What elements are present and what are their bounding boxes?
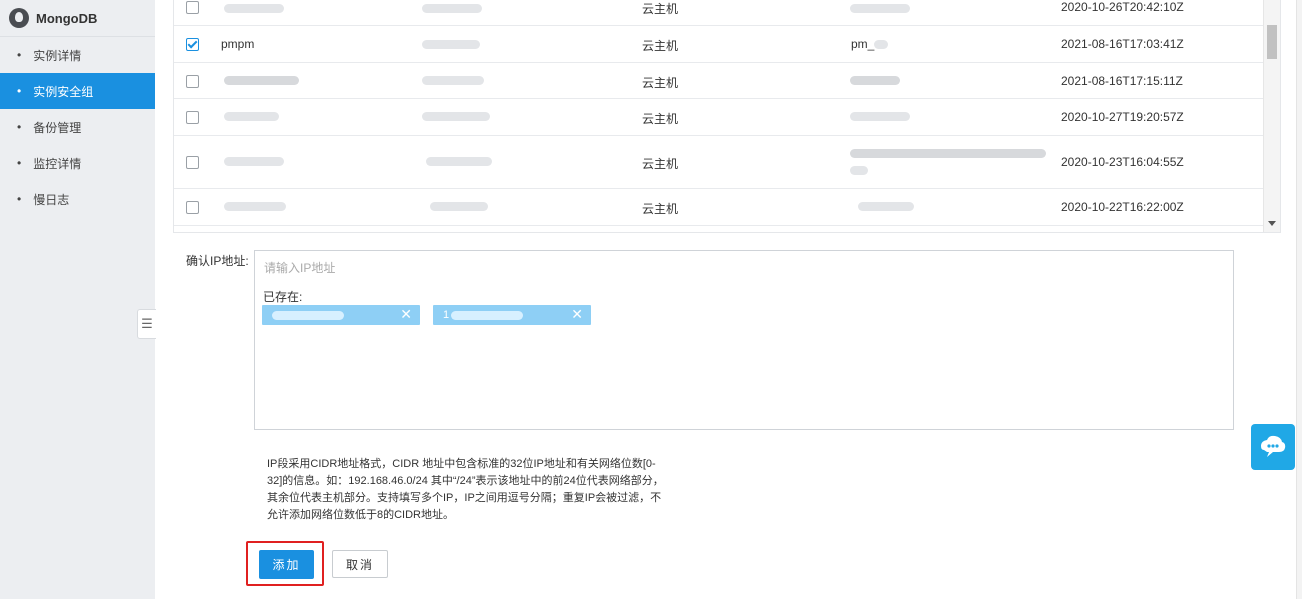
row-checkbox[interactable] — [186, 38, 199, 51]
host-type: 云主机 — [642, 202, 679, 216]
existing-ips-label: 已存在: — [263, 290, 303, 304]
host-type: 云主机 — [642, 39, 679, 53]
row-checkbox[interactable] — [186, 111, 199, 124]
created-time: 2020-10-22T16:22:00Z — [1061, 200, 1184, 214]
ip-address-input[interactable]: 请输入IP地址 已存在: ✕ 1 ✕ — [254, 250, 1234, 430]
ip-address-label: 确认IP地址: — [186, 254, 249, 268]
redacted-id — [422, 4, 482, 13]
row-checkbox[interactable] — [186, 75, 199, 88]
host-type: 云主机 — [642, 76, 679, 90]
redacted-name — [224, 112, 279, 121]
created-time: 2021-08-16T17:03:41Z — [1061, 37, 1184, 51]
bullet-icon: • — [17, 48, 22, 62]
redacted-id — [426, 157, 492, 166]
close-icon[interactable]: ✕ — [400, 306, 412, 323]
redacted-ip — [850, 4, 910, 13]
sidebar-item-security-group[interactable]: • 实例安全组 — [0, 73, 155, 109]
redacted-ip — [858, 202, 914, 211]
host-type: 云主机 — [642, 112, 679, 126]
private-ip: pm_ — [851, 37, 875, 51]
table-row: 云主机 2021-08-16T17:15:11Z — [174, 63, 1264, 99]
row-checkbox[interactable] — [186, 201, 199, 214]
scrollbar-thumb[interactable] — [1267, 25, 1277, 59]
sidebar-nav: • 实例详情 • 实例安全组 • 备份管理 • 监控详情 • 慢日志 — [0, 37, 155, 217]
collapse-menu-icon[interactable]: ☰ — [137, 309, 156, 339]
table-row: 云主机 2020-10-22T16:22:00Z — [174, 189, 1264, 226]
sidebar-item-instance-details[interactable]: • 实例详情 — [0, 37, 155, 73]
redacted-id — [430, 202, 488, 211]
sidebar-item-label: 监控详情 — [33, 156, 82, 171]
sidebar-item-label: 实例详情 — [33, 48, 82, 63]
brand-title: MongoDB — [36, 10, 98, 26]
created-time: 2020-10-27T19:20:57Z — [1061, 110, 1184, 124]
table-row: pmpm 云主机 pm_ 2021-08-16T17:03:41Z — [174, 26, 1264, 63]
sidebar-item-label: 慢日志 — [33, 192, 70, 207]
created-time: 2020-10-26T20:42:10Z — [1061, 0, 1184, 14]
created-time: 2020-10-23T16:04:55Z — [1061, 155, 1184, 169]
sidebar-item-monitoring[interactable]: • 监控详情 — [0, 145, 155, 181]
scroll-down-arrow-icon[interactable] — [1268, 221, 1276, 226]
redacted-name — [224, 157, 284, 166]
ip-input-placeholder: 请输入IP地址 — [264, 261, 336, 275]
ip-tag: ✕ — [262, 305, 420, 325]
host-type: 云主机 — [642, 157, 679, 171]
redacted-name — [224, 76, 299, 85]
redacted-name — [224, 202, 286, 211]
redacted-ip — [451, 311, 523, 320]
redacted-ip — [272, 311, 344, 320]
cidr-hint-text: IP段采用CIDR地址格式，CIDR 地址中包含标准的32位IP地址和有关网络位… — [267, 458, 664, 521]
chat-bubble-icon[interactable] — [1251, 424, 1295, 470]
bullet-icon: • — [17, 120, 22, 134]
sidebar-item-slow-log[interactable]: • 慢日志 — [0, 181, 155, 217]
main-content: ☰ 云主机 2020-10-26T20:42:10Z pmpm 云主机 pm_ … — [137, 0, 1302, 599]
close-icon[interactable]: ✕ — [571, 306, 583, 323]
sidebar: MongoDB • 实例详情 • 实例安全组 • 备份管理 • 监控详情 • 慢日志 — [0, 0, 155, 599]
ip-tag: 1 ✕ — [433, 305, 591, 325]
table-scrollbar[interactable] — [1263, 0, 1280, 232]
page-scrollbar[interactable] — [1296, 0, 1302, 599]
redacted-id — [422, 76, 484, 85]
redacted-name — [224, 4, 284, 13]
row-checkbox[interactable] — [186, 156, 199, 169]
redacted-ip — [850, 76, 900, 85]
bullet-icon: • — [17, 84, 22, 98]
brand-header: MongoDB — [0, 0, 155, 37]
ip-tag-text: 1 — [443, 309, 450, 321]
redacted-ip — [850, 112, 910, 121]
add-button[interactable]: 添加 — [259, 550, 314, 579]
sidebar-item-label: 实例安全组 — [33, 84, 94, 99]
instance-table: 云主机 2020-10-26T20:42:10Z pmpm 云主机 pm_ 20… — [173, 0, 1281, 233]
redacted-ip — [850, 166, 868, 175]
table-row: 云主机 2020-10-27T19:20:57Z — [174, 99, 1264, 136]
bullet-icon: • — [17, 156, 22, 170]
table-row: 云主机 2020-10-23T16:04:55Z — [174, 136, 1264, 189]
created-time: 2021-08-16T17:15:11Z — [1061, 74, 1183, 88]
host-type: 云主机 — [642, 2, 679, 16]
redacted-ip — [874, 40, 888, 49]
redacted-id — [422, 112, 490, 121]
redacted-id — [422, 40, 480, 49]
mongodb-logo-icon — [9, 8, 29, 28]
redacted-ip — [850, 149, 1046, 158]
instance-name: pmpm — [221, 37, 255, 51]
row-checkbox[interactable] — [186, 1, 199, 14]
sidebar-item-label: 备份管理 — [33, 120, 82, 135]
bullet-icon: • — [17, 192, 22, 206]
cancel-button[interactable]: 取消 — [332, 550, 388, 578]
sidebar-item-backup[interactable]: • 备份管理 — [0, 109, 155, 145]
table-row: 云主机 2020-10-26T20:42:10Z — [174, 0, 1264, 26]
